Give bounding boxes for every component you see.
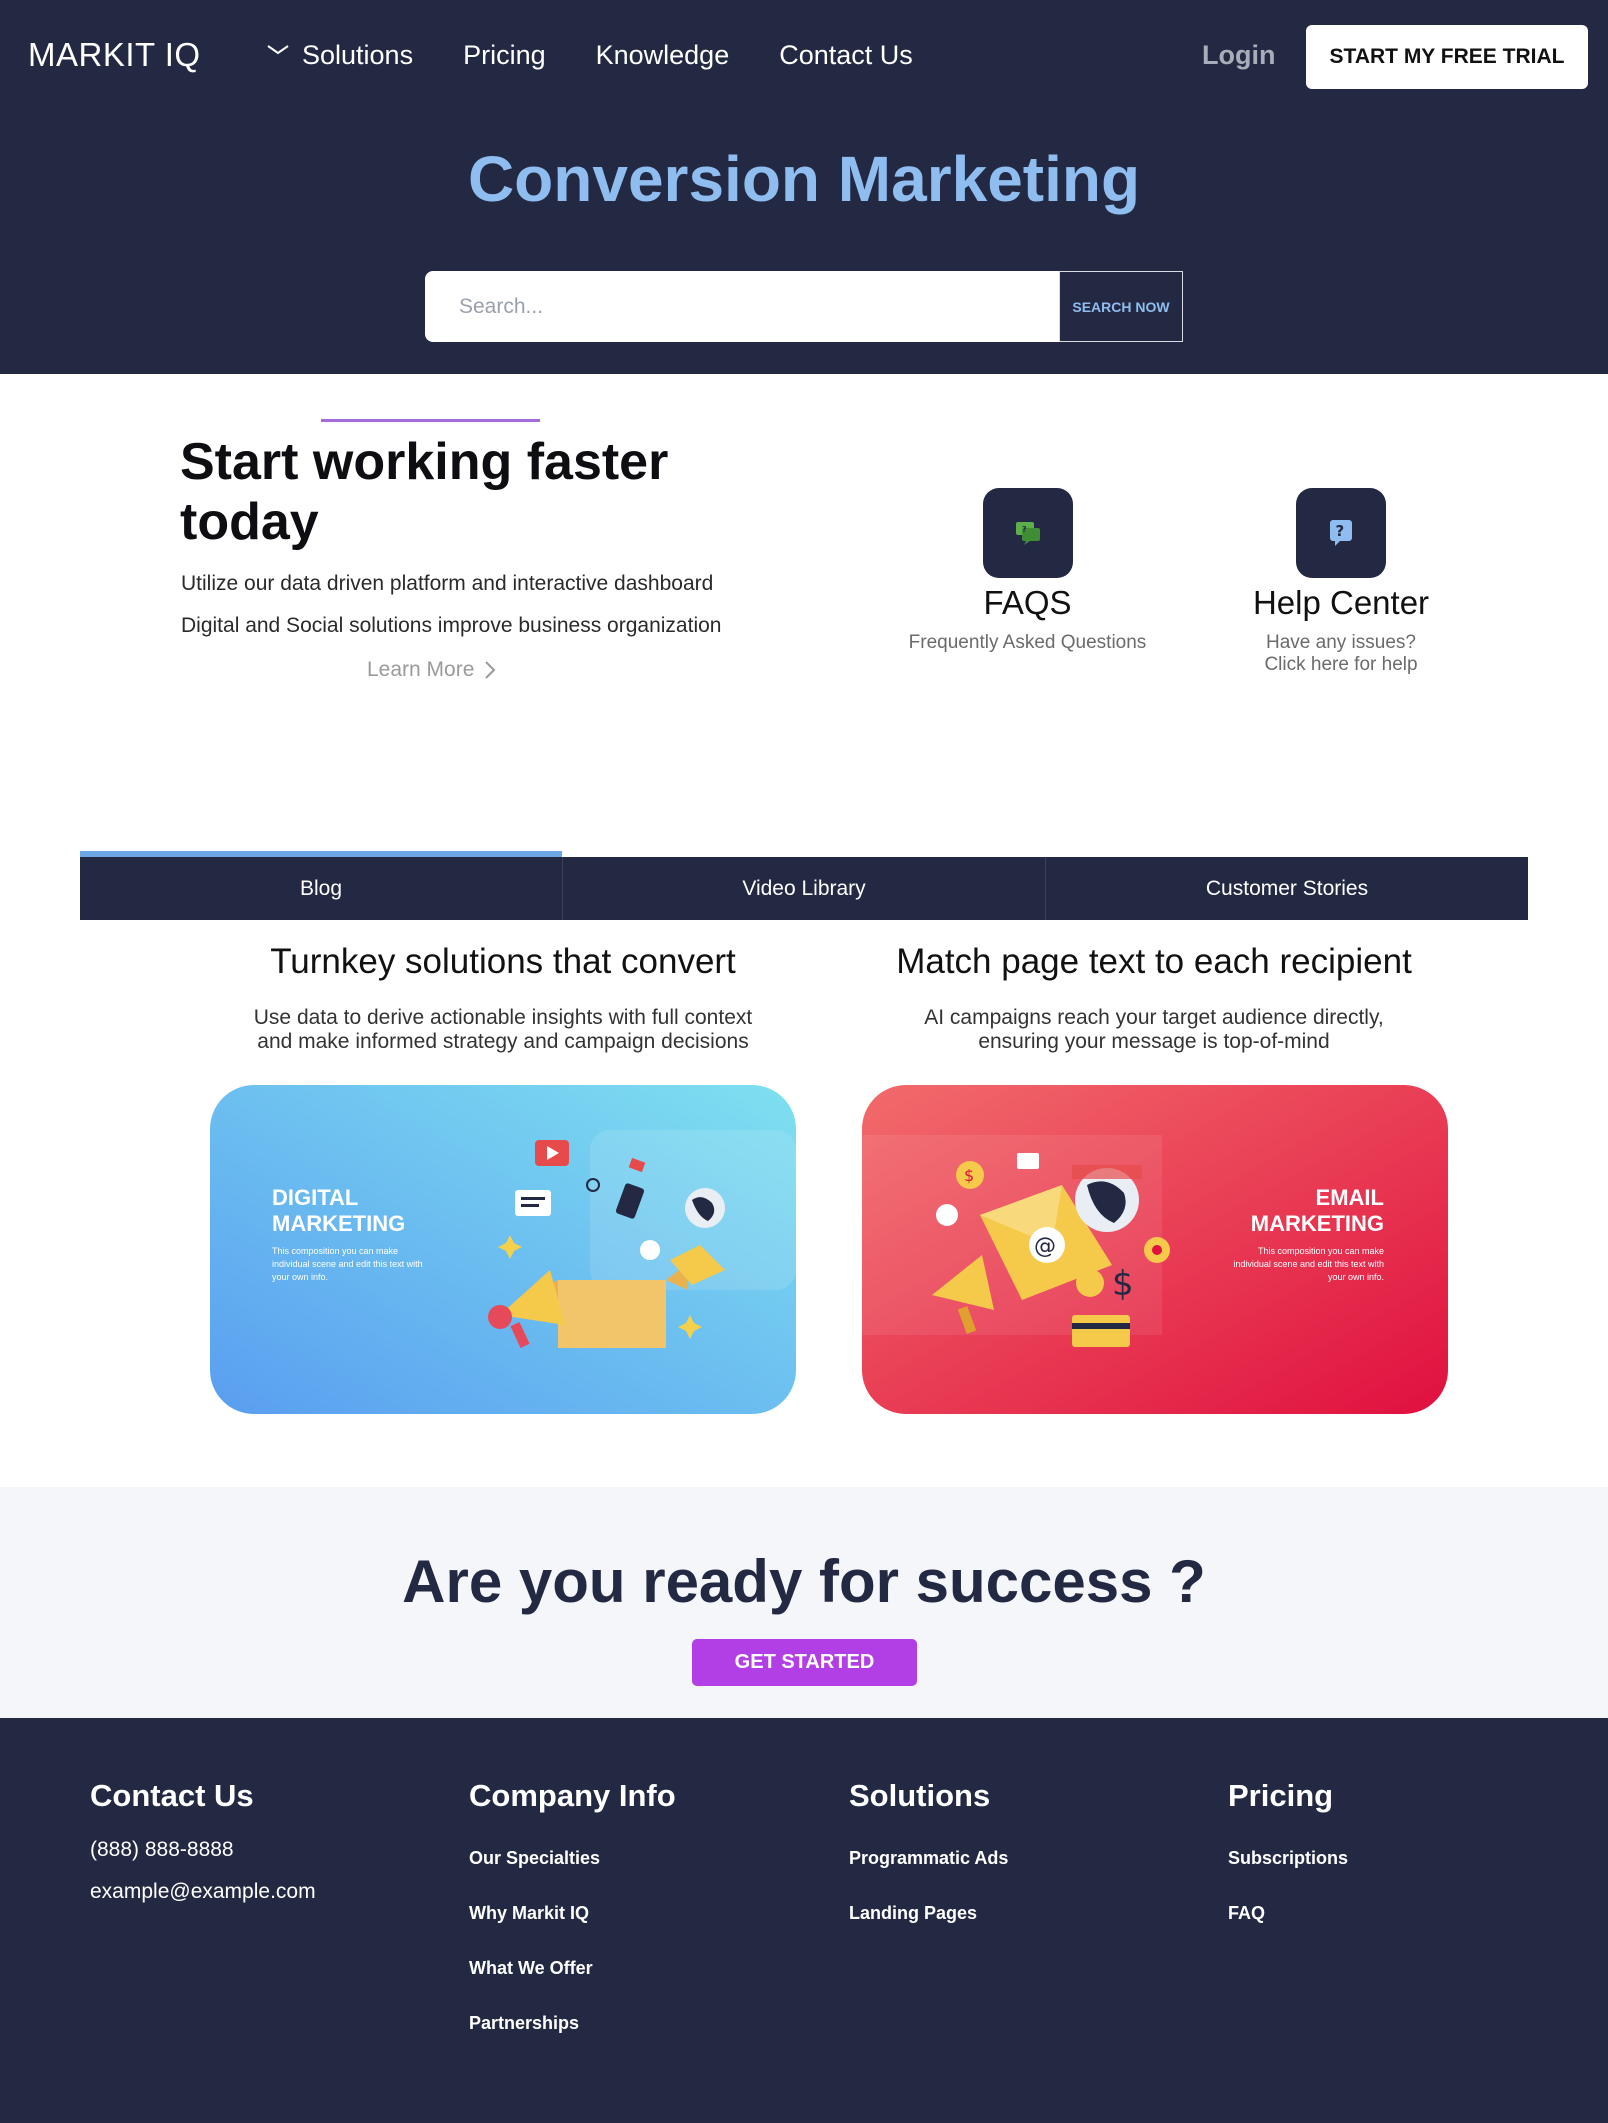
card-description-line-2: and make informed strategy and campaign … [257,1030,749,1053]
svg-text:?: ? [1336,522,1345,540]
card-title: Match page text to each recipient [896,942,1412,981]
footer-link-landing-pages[interactable]: Landing Pages [849,1903,1008,1924]
svg-text:$: $ [964,1166,974,1185]
nav-contact-us[interactable]: Contact Us [779,40,913,71]
search-input[interactable] [425,271,1059,342]
footer-link-partnerships[interactable]: Partnerships [469,2013,676,2034]
email-marketing-illustration: @ $ $ EMAIL MARKETING This composition y… [862,1085,1448,1414]
login-link[interactable]: Login [1202,40,1275,71]
start-free-trial-button[interactable]: START MY FREE TRIAL [1306,25,1588,89]
card-description: AI campaigns reach your target audience … [844,1006,1464,1054]
digital-caption: This composition you can make individual… [272,1246,423,1282]
footer-company-column: Company Info Our Specialties Why Markit … [469,1778,676,2034]
card-description: Use data to derive actionable insights w… [205,1006,801,1054]
hero-header: MARKIT IQ Solutions Pricing Knowledge Co… [0,0,1608,374]
card-description-line-2: ensuring your message is top-of-mind [978,1030,1330,1053]
footer-solutions-column: Solutions Programmatic Ads Landing Pages [849,1778,1008,1924]
feature-line-2: Digital and Social solutions improve bus… [181,614,722,637]
nav-knowledge[interactable]: Knowledge [596,40,730,71]
card-description-line-1: Use data to derive actionable insights w… [253,1006,753,1029]
nav-solutions[interactable]: Solutions [266,40,413,71]
help-center-card[interactable]: ? Help Center Have any issues? Click her… [1195,488,1487,676]
question-icon: ? [1330,520,1352,546]
search-now-button[interactable]: SEARCH NOW [1059,271,1183,342]
get-started-button[interactable]: GET STARTED [692,1639,917,1686]
chevron-right-icon [485,661,496,679]
page-title: Conversion Marketing [467,143,1141,215]
help-center-title: Help Center [1252,584,1430,621]
tab-customer-stories[interactable]: Customer Stories [1046,857,1528,920]
footer: Contact Us (888) 888-8888 example@exampl… [0,1718,1608,2123]
card-turnkey: Turnkey solutions that convert Use data … [205,942,801,1054]
feature-title: Start working faster today [180,433,669,551]
footer-link-faq[interactable]: FAQ [1228,1903,1348,1924]
cta-title: Are you ready for success ? [402,1548,1206,1615]
card-description-line-1: AI campaigns reach your target audience … [924,1006,1384,1029]
svg-text:@: @ [1034,1234,1056,1259]
digital-marketing-image[interactable]: DIGITAL MARKETING This composition you c… [210,1085,796,1414]
tab-blog[interactable]: Blog [80,851,563,920]
faqs-card[interactable]: ? FAQS Frequently Asked Questions [880,488,1175,654]
footer-pricing-column: Pricing Subscriptions FAQ [1228,1778,1348,1924]
nav-pricing[interactable]: Pricing [463,40,546,71]
footer-link-programmatic-ads[interactable]: Programmatic Ads [849,1848,1008,1869]
content-tabs: Blog Video Library Customer Stories [80,851,1528,920]
footer-link-our-specialties[interactable]: Our Specialties [469,1848,676,1869]
card-title: Turnkey solutions that convert [270,942,736,981]
footer-contact-heading: Contact Us [90,1778,254,1813]
cta-section: Are you ready for success ? GET STARTED [0,1487,1608,1718]
help-center-icon-button[interactable]: ? [1296,488,1386,578]
footer-link-subscriptions[interactable]: Subscriptions [1228,1848,1348,1869]
footer-company-heading: Company Info [469,1778,676,1813]
footer-link-what-we-offer[interactable]: What We Offer [469,1958,676,1979]
digital-heading-line-2: MARKETING [272,1211,405,1236]
logo[interactable]: MARKIT IQ [28,36,201,74]
learn-more-label: Learn More [367,658,475,681]
main-nav: Solutions Pricing Knowledge Contact Us [266,40,963,71]
search-bar: SEARCH NOW [425,271,1183,342]
help-center-subtitle-line-2: Click here for help [1264,654,1418,675]
email-caption: This composition you can make individual… [1233,1246,1384,1282]
faq-chat-icon: ? [1015,522,1040,545]
footer-pricing-heading: Pricing [1228,1778,1334,1813]
footer-phone[interactable]: (888) 888-8888 [90,1838,316,1862]
faqs-icon-button[interactable]: ? [982,488,1073,578]
email-heading-line-1: EMAIL [1316,1185,1384,1210]
tab-video-library[interactable]: Video Library [563,857,1046,920]
chevron-down-icon [267,44,289,54]
digital-heading-line-1: DIGITAL [272,1185,358,1210]
faqs-subtitle: Frequently Asked Questions [908,632,1147,653]
nav-solutions-label: Solutions [302,40,414,70]
card-match-text: Match page text to each recipient AI cam… [844,942,1464,1054]
svg-text:$: $ [1112,1264,1134,1304]
faqs-title: FAQS [983,584,1072,621]
accent-divider [321,419,540,422]
help-center-subtitle-line-1: Have any issues? [1266,632,1416,653]
email-marketing-image[interactable]: @ $ $ EMAIL MARKETING This composition y… [862,1085,1448,1414]
footer-email[interactable]: example@example.com [90,1880,316,1904]
email-heading-line-2: MARKETING [1251,1211,1384,1236]
feature-line-1: Utilize our data driven platform and int… [181,572,714,595]
help-center-subtitle: Have any issues? Click here for help [1195,632,1487,676]
footer-link-why-markit-iq[interactable]: Why Markit IQ [469,1903,676,1924]
footer-solutions-heading: Solutions [849,1778,991,1813]
footer-contact-column: Contact Us (888) 888-8888 example@exampl… [90,1778,316,1904]
svg-text:?: ? [1022,525,1027,534]
digital-marketing-illustration: DIGITAL MARKETING This composition you c… [210,1085,796,1414]
learn-more-link[interactable]: Learn More [367,658,496,682]
